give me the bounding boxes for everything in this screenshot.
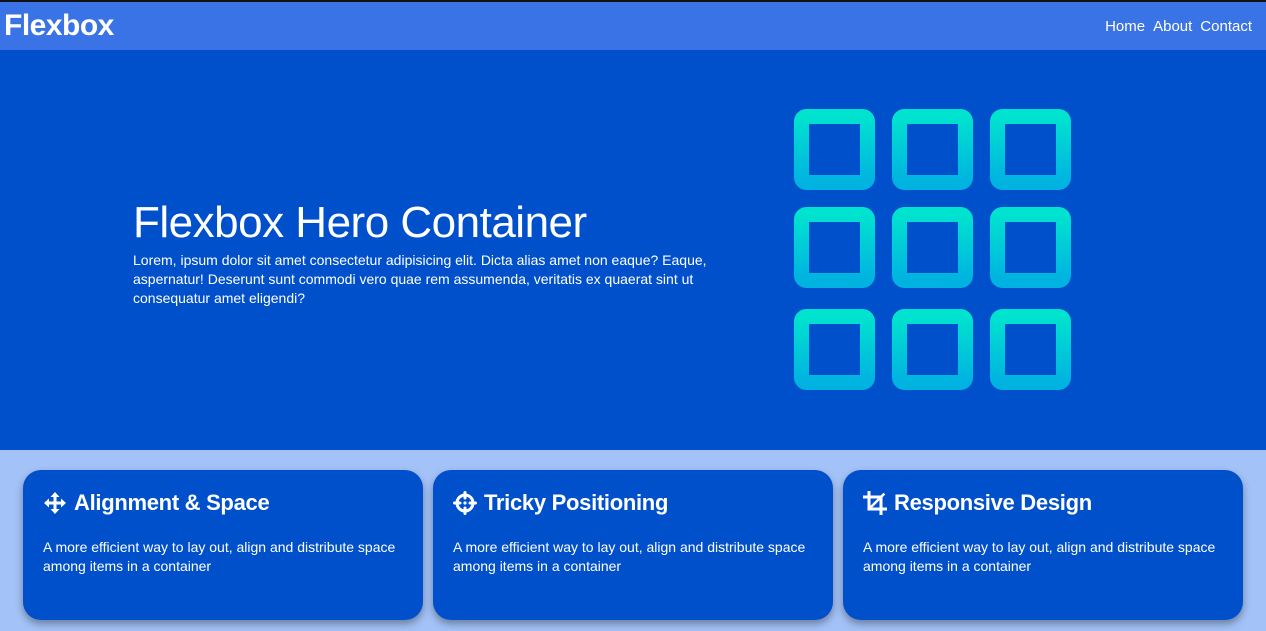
feature-description: A more efficient way to lay out, align a…: [453, 539, 806, 574]
crop-icon: [863, 491, 887, 515]
nav-link-contact[interactable]: Contact: [1200, 18, 1252, 35]
main-nav: Home About Contact: [1105, 18, 1252, 35]
features-section: Alignment & Space A more efficient way t…: [0, 450, 1266, 631]
feature-title-text: Responsive Design: [894, 490, 1092, 515]
arrows-move-icon: [44, 492, 66, 514]
feature-card-title: Tricky Positioning: [453, 490, 813, 516]
nav-link-home[interactable]: Home: [1105, 18, 1145, 35]
feature-description: A more efficient way to lay out, align a…: [863, 539, 1216, 574]
feature-card-alignment: Alignment & Space A more efficient way t…: [23, 470, 423, 620]
hero-description: Lorem, ipsum dolor sit amet consectetur …: [133, 252, 707, 306]
feature-title-text: Tricky Positioning: [484, 490, 669, 515]
feature-description: A more efficient way to lay out, align a…: [43, 539, 396, 574]
brand-logo[interactable]: Flexbox: [4, 9, 114, 43]
nav-link-about[interactable]: About: [1153, 18, 1192, 35]
hero-section: Flexbox Hero Container Lorem, ipsum dolo…: [0, 50, 1266, 450]
feature-card-title: Responsive Design: [863, 490, 1223, 516]
feature-card-positioning: Tricky Positioning A more efficient way …: [433, 470, 833, 620]
hero-text: Flexbox Hero Container Lorem, ipsum dolo…: [133, 197, 733, 308]
hero-title: Flexbox Hero Container: [133, 198, 587, 247]
grid-icon: [794, 109, 1071, 390]
crosshair-icon: [453, 491, 477, 515]
feature-card-responsive: Responsive Design A more efficient way t…: [843, 470, 1243, 620]
feature-title-text: Alignment & Space: [74, 490, 270, 515]
navbar: Flexbox Home About Contact: [0, 2, 1266, 50]
feature-card-title: Alignment & Space: [43, 490, 403, 516]
